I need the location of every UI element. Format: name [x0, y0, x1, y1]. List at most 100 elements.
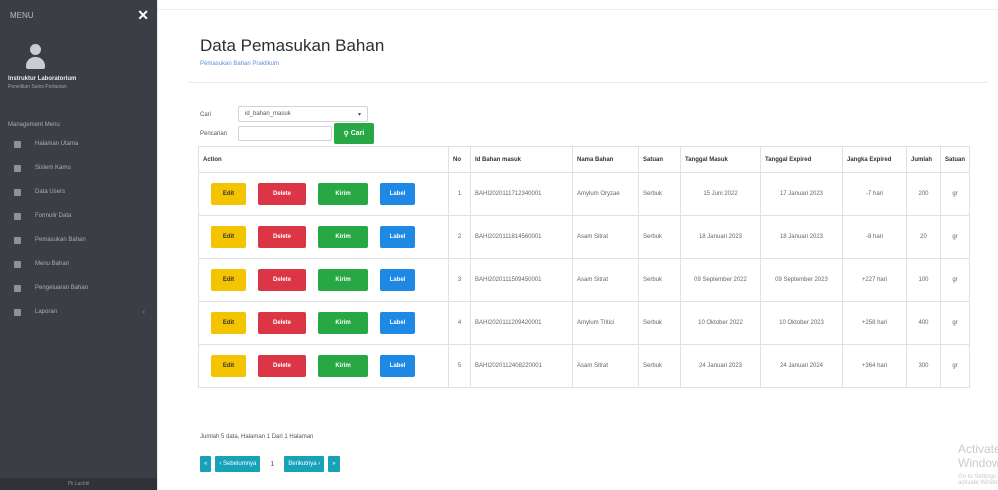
- sidebar-item-label: Data Users: [35, 189, 66, 195]
- cell-no: 3: [448, 258, 471, 302]
- cell-expired: 10 Oktober 2023: [760, 301, 843, 345]
- cell-jangka: +258 hari: [842, 301, 907, 345]
- sidebar-item-label: Sistem Kamu: [35, 165, 71, 171]
- cell-unit: gr: [939, 301, 971, 345]
- column-header: Tanggal Masuk: [680, 146, 761, 173]
- cell-nama: Asam Sitrat: [572, 215, 639, 259]
- pencarian-label: Pencarian: [200, 131, 228, 137]
- cell-jumlah: 200: [906, 172, 941, 216]
- label-button[interactable]: Label: [380, 355, 415, 377]
- sidebar-item[interactable]: Sistem Kamu: [0, 156, 157, 180]
- cell-expired: 17 Januari 2023: [760, 172, 843, 216]
- cell-satuan: Serbuk: [638, 215, 681, 259]
- report-icon: [14, 308, 21, 316]
- label-button[interactable]: Label: [380, 312, 415, 334]
- edit-button[interactable]: Edit: [211, 312, 246, 334]
- edit-button[interactable]: Edit: [211, 226, 246, 248]
- edit-button[interactable]: Edit: [211, 355, 246, 377]
- kirim-button[interactable]: Kirim: [318, 312, 368, 334]
- column-header: Id Bahan masuk: [470, 146, 573, 173]
- cell-jumlah: 100: [906, 258, 941, 302]
- kirim-button[interactable]: Kirim: [318, 269, 368, 291]
- table-row: Edit Delete Kirim Label 3 BAHI202011150945000…: [198, 258, 971, 302]
- kirim-button[interactable]: Kirim: [318, 226, 368, 248]
- cell-masuk: 09 September 2022: [680, 258, 761, 302]
- cell-masuk: 18 Januari 2023: [680, 215, 761, 259]
- cell-expired: 18 Januari 2023: [760, 215, 843, 259]
- table-row: Edit Delete Kirim Label 1 BAHI202011171234000…: [198, 172, 971, 216]
- action-cell: Edit Delete Kirim Label: [198, 301, 449, 345]
- close-icon[interactable]: ✕: [137, 7, 149, 24]
- column-header: Satuan: [939, 146, 971, 173]
- label-button[interactable]: Label: [380, 183, 415, 205]
- current-page[interactable]: 1: [264, 461, 280, 468]
- cell-no: 5: [448, 344, 471, 388]
- cell-jangka: -8 hari: [842, 215, 907, 259]
- inbox-icon: [14, 236, 21, 244]
- delete-button[interactable]: Delete: [258, 312, 306, 334]
- sidebar-item[interactable]: Menu Bahan: [0, 252, 157, 276]
- cell-unit: gr: [939, 215, 971, 259]
- sidebar-item-label: Formulir Data: [35, 213, 72, 219]
- chevron-down-icon: ▾: [357, 111, 361, 118]
- edit-button[interactable]: Edit: [211, 183, 246, 205]
- last-page-button[interactable]: »: [328, 456, 340, 472]
- table-row: Edit Delete Kirim Label 2 BAHI202011181456000…: [198, 215, 971, 259]
- delete-button[interactable]: Delete: [258, 355, 306, 377]
- cell-id: BAHI2020112408220001: [470, 344, 573, 388]
- menu-icon: [14, 260, 21, 268]
- sidebar-item[interactable]: Halaman Utama: [0, 132, 157, 156]
- action-cell: Edit Delete Kirim Label: [198, 172, 449, 216]
- search-field-select[interactable]: id_bahan_masuk ▾: [238, 106, 368, 122]
- cell-satuan: Serbuk: [638, 301, 681, 345]
- kirim-button[interactable]: Kirim: [318, 355, 368, 377]
- first-page-button[interactable]: «: [200, 456, 212, 472]
- cell-id: BAHI2020111509450001: [470, 258, 573, 302]
- search-input[interactable]: [238, 126, 332, 141]
- search-icon: ⚲: [343, 130, 349, 138]
- action-cell: Edit Delete Kirim Label: [198, 344, 449, 388]
- cell-no: 1: [448, 172, 471, 216]
- kirim-button[interactable]: Kirim: [318, 183, 368, 205]
- sidebar-section-title: Management Menu: [8, 122, 60, 128]
- action-cell: Edit Delete Kirim Label: [198, 258, 449, 302]
- cell-jangka: +364 hari: [842, 344, 907, 388]
- user-name: Instruktur Laboratorium: [8, 76, 77, 82]
- next-page-button[interactable]: Berikutnya ›: [284, 456, 325, 472]
- cell-jumlah: 20: [906, 215, 941, 259]
- cell-unit: gr: [939, 258, 971, 302]
- delete-button[interactable]: Delete: [258, 269, 306, 291]
- sidebar-item[interactable]: Laporan ‹: [0, 300, 157, 324]
- sidebar-header: MENU ✕: [0, 0, 157, 30]
- home-icon: [14, 140, 21, 148]
- prev-page-button[interactable]: ‹ Sebelumnya: [215, 456, 261, 472]
- cell-expired: 09 September 2023: [760, 258, 843, 302]
- cell-expired: 24 Januari 2024: [760, 344, 843, 388]
- label-button[interactable]: Label: [380, 226, 415, 248]
- sidebar-item[interactable]: Pemasukan Bahan: [0, 228, 157, 252]
- pagination-info: Jumlah 5 data, Halaman 1 Dari 1 Halaman: [200, 434, 314, 440]
- column-header: Jangka Expired: [842, 146, 907, 173]
- edit-button[interactable]: Edit: [211, 269, 246, 291]
- column-header: Nama Bahan: [572, 146, 639, 173]
- user-panel: Instruktur Laboratorium Penelitian Sains…: [0, 30, 157, 98]
- page-subtitle[interactable]: Pemasukan Bahan Praktikum: [200, 61, 279, 67]
- sidebar-footer: Pli Lashtil: [0, 478, 157, 490]
- user-role: Penelitian Sains Pertanian: [8, 84, 67, 90]
- data-table: Action No Id Bahan masuk Nama Bahan Satuan Ta…: [198, 146, 971, 388]
- sidebar-brand: MENU: [10, 10, 34, 20]
- cell-unit: gr: [939, 172, 971, 216]
- sidebar-item-label: Pemasukan Bahan: [35, 237, 86, 243]
- chevron-left-icon: ‹: [142, 308, 145, 316]
- cell-masuk: 24 Januari 2023: [680, 344, 761, 388]
- cell-unit: gr: [939, 344, 971, 388]
- sidebar-item[interactable]: Data Users: [0, 180, 157, 204]
- sidebar-item[interactable]: Pengeluaran Bahan: [0, 276, 157, 300]
- delete-button[interactable]: Delete: [258, 183, 306, 205]
- sidebar-item[interactable]: Formulir Data: [0, 204, 157, 228]
- main-content: Data Pemasukan Bahan Pemasukan Bahan Pra…: [157, 0, 998, 490]
- delete-button[interactable]: Delete: [258, 226, 306, 248]
- label-button[interactable]: Label: [380, 269, 415, 291]
- cell-nama: Amylum Tritici: [572, 301, 639, 345]
- search-button[interactable]: ⚲ Cari: [334, 123, 374, 144]
